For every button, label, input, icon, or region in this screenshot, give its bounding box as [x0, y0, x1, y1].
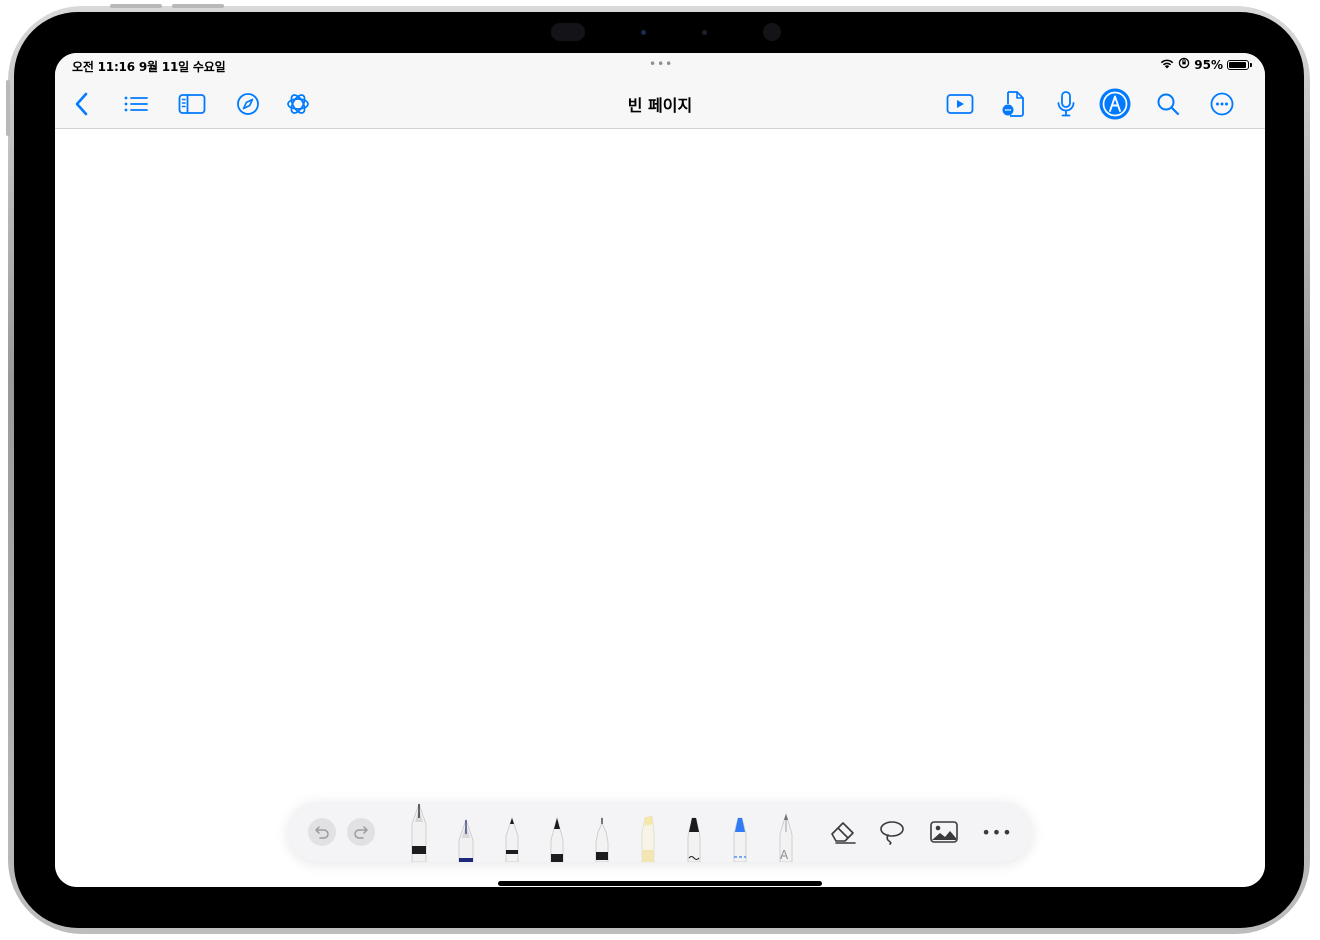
brush-pen-tool[interactable] [544, 802, 570, 862]
multitasking-dots[interactable]: ••• [649, 57, 673, 71]
highlighter-tool[interactable] [635, 802, 661, 862]
home-indicator [498, 881, 822, 886]
more-tools-button[interactable]: ••• [981, 818, 1012, 846]
eraser-icon[interactable] [828, 818, 858, 846]
device-side-button [6, 80, 10, 136]
sensor-dot [702, 29, 707, 35]
image-icon[interactable] [929, 818, 959, 846]
chatgpt-icon[interactable] [284, 90, 312, 118]
status-indicators: 95% [1160, 57, 1252, 72]
search-icon[interactable] [1154, 90, 1182, 118]
device-volume-button [172, 4, 224, 8]
play-icon[interactable] [946, 90, 974, 118]
redo-button[interactable] [347, 818, 375, 846]
fineliner-tool[interactable] [589, 802, 615, 862]
battery-percent: 95% [1194, 57, 1223, 72]
camera-dot [641, 29, 646, 35]
compass-icon[interactable] [234, 90, 262, 118]
status-time: 오전 11:16 9월 11일 수요일 [72, 60, 226, 74]
orientation-lock-icon [1178, 57, 1190, 72]
list-icon[interactable] [122, 90, 150, 118]
status-bar: 오전 11:16 9월 11일 수요일 ••• 95% [55, 53, 1265, 77]
more-circle-icon[interactable] [1208, 90, 1236, 118]
lasso-icon[interactable] [877, 818, 907, 846]
document-icon[interactable] [1000, 90, 1028, 118]
microphone-icon[interactable] [1052, 90, 1080, 118]
fountain-pen-black-tool[interactable] [406, 802, 432, 862]
camera-lens [551, 23, 585, 41]
drawing-canvas[interactable] [55, 129, 1265, 887]
pencil-circle-icon[interactable] [1099, 88, 1131, 120]
navigation-bar: 빈 페이지 [55, 77, 1265, 129]
undo-button[interactable] [308, 818, 336, 846]
battery-icon [1227, 59, 1252, 70]
front-camera [551, 22, 781, 42]
marker-squiggle-tool[interactable] [681, 802, 707, 862]
device-volume-button [110, 4, 162, 8]
marker-blue-dashed-tool[interactable] [727, 802, 753, 862]
pencil-toolbar: A ••• [288, 802, 1032, 862]
battery-level [1229, 61, 1247, 68]
text-tool-letter: A [780, 848, 789, 862]
sidebar-icon[interactable] [178, 90, 206, 118]
text-pencil-tool[interactable]: A [773, 802, 799, 862]
ballpoint-pen-tool[interactable] [499, 802, 525, 862]
chevron-left-icon[interactable] [68, 90, 96, 118]
screen: 오전 11:16 9월 11일 수요일 ••• 95% 빈 페이지 A ••• [55, 53, 1265, 887]
fountain-pen-navy-tool[interactable] [453, 802, 479, 862]
camera-sensor [763, 23, 781, 41]
wifi-icon [1160, 58, 1174, 72]
